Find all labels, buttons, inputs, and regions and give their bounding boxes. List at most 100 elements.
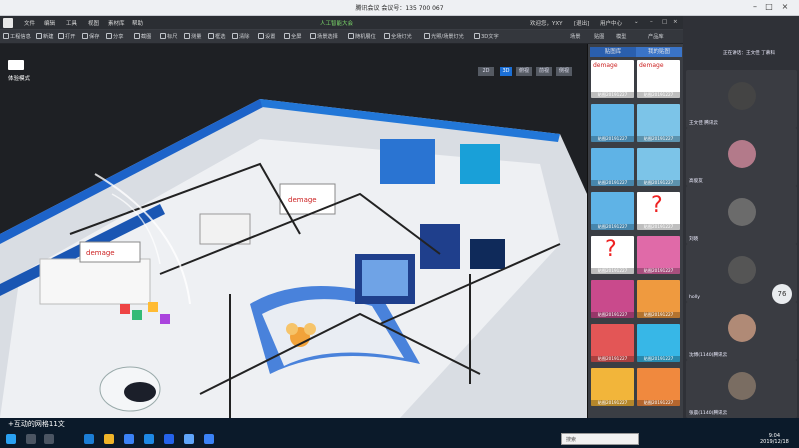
tool-new[interactable]: 新建: [36, 33, 53, 40]
texture-card-caption: 贴图20191227: [637, 356, 680, 362]
texture-card[interactable]: ? 贴图20191227: [591, 236, 634, 274]
ruler-icon: [160, 33, 166, 39]
tool-project-info[interactable]: 工程信息: [3, 33, 31, 40]
tab-model[interactable]: 模型: [616, 33, 626, 40]
tab-texture-library[interactable]: 贴图库: [590, 47, 636, 57]
tool-scene-light[interactable]: 光照/场景灯光: [424, 33, 464, 40]
participant-name: 高俊友: [689, 179, 703, 184]
cortana-icon[interactable]: [44, 434, 54, 444]
texture-card[interactable]: 贴图20191227: [637, 280, 680, 318]
menu-materials[interactable]: 素材库: [108, 19, 125, 27]
tool-select[interactable]: 框选: [208, 33, 225, 40]
folder-icon[interactable]: [104, 434, 114, 444]
maximize-icon[interactable]: □: [662, 19, 667, 25]
tencent-meeting-icon[interactable]: [204, 434, 214, 444]
tool-ruler[interactable]: 标尺: [160, 33, 177, 40]
view-top-button[interactable]: 俯视: [516, 67, 532, 76]
view-2d-button[interactable]: 2D: [478, 67, 494, 76]
texture-card[interactable]: 贴图20191227: [637, 148, 680, 186]
texture-panel: 贴图库 我的贴图 demage 贴图20191227 demage 贴图2019122…: [587, 44, 683, 418]
measure-icon: [184, 33, 190, 39]
minimize-icon[interactable]: –: [750, 2, 760, 12]
participant-tile[interactable]: 高俊友: [686, 128, 797, 186]
tab-scene[interactable]: 场景: [570, 33, 580, 40]
cpu-usage-badge: 76: [772, 284, 792, 304]
maximize-icon[interactable]: □: [764, 2, 774, 12]
close-icon[interactable]: ×: [780, 2, 790, 12]
welcome-user: 欢迎您，YXY: [530, 21, 563, 27]
menu-view[interactable]: 视图: [88, 19, 99, 27]
tool-label: 全场灯光: [391, 34, 412, 40]
lamp-icon: [424, 33, 430, 39]
texture-card[interactable]: demage 贴图20191227: [637, 60, 680, 98]
view-front-button[interactable]: 前视: [536, 67, 552, 76]
menu-file[interactable]: 文件: [24, 19, 35, 27]
menu-help[interactable]: 帮助: [132, 19, 143, 27]
view-3d-button[interactable]: 3D: [500, 67, 512, 76]
tool-scene-select[interactable]: 场景选择: [310, 33, 338, 40]
search-icon[interactable]: [26, 434, 36, 444]
chevron-down-icon[interactable]: ⌄: [634, 19, 639, 25]
participant-tile[interactable]: 刘晓: [686, 186, 797, 244]
system-clock[interactable]: 9:04 2019/12/18: [760, 433, 789, 445]
tool-random-booth[interactable]: 随机展位: [348, 33, 376, 40]
texture-card[interactable]: 贴图20191227: [591, 280, 634, 318]
windows-start-icon[interactable]: [6, 434, 16, 444]
texture-card[interactable]: 贴图20191227: [591, 148, 634, 186]
tool-settings[interactable]: 设置: [258, 33, 275, 40]
participant-tile[interactable]: 王文佳 腾讯云: [686, 70, 797, 128]
user-center-link[interactable]: 用户中心: [600, 19, 622, 27]
logout-link[interactable]: [退出]: [574, 19, 589, 27]
texture-card[interactable]: 贴图20191227: [637, 236, 680, 274]
edge-icon[interactable]: [84, 434, 94, 444]
close-icon[interactable]: ×: [673, 19, 678, 25]
tool-open[interactable]: 打开: [58, 33, 75, 40]
menu-bar: 文件 编辑 工具 视图 素材库 帮助 人工智能大会 欢迎您，YXY [退出] 用…: [0, 16, 683, 30]
texture-card[interactable]: ? 贴图20191227: [637, 192, 680, 230]
texture-card[interactable]: demage 贴图20191227: [591, 60, 634, 98]
app-blue-icon[interactable]: [144, 434, 154, 444]
participant-tile[interactable]: 张晨(1140)腾讯云: [686, 360, 797, 418]
participant-name: 王文佳 腾讯云: [689, 121, 719, 126]
toolbar: 工程信息 新建 打开 保存 分享 截图 标尺 测量 框选 清除 设置 全屏 场景…: [0, 30, 683, 44]
texture-card[interactable]: 贴图20191227: [637, 368, 680, 406]
participant-tile[interactable]: 沈博(1140)腾讯云: [686, 302, 797, 360]
tool-fullscreen[interactable]: 全屏: [284, 33, 301, 40]
tab-product-library[interactable]: 产品库: [648, 33, 664, 40]
minimize-icon[interactable]: –: [650, 19, 653, 25]
tool-lighting[interactable]: 全场灯光: [384, 33, 412, 40]
ie-icon[interactable]: [124, 434, 134, 444]
view-side-button[interactable]: 侧视: [556, 67, 572, 76]
tool-clear[interactable]: 清除: [232, 33, 249, 40]
tab-texture[interactable]: 贴图: [594, 33, 604, 40]
texture-card[interactable]: 贴图20191227: [591, 192, 634, 230]
experience-mode-label[interactable]: 体验模式: [8, 74, 30, 82]
texture-card[interactable]: 贴图20191227: [637, 104, 680, 142]
texture-card[interactable]: 贴图20191227: [591, 104, 634, 142]
menu-edit[interactable]: 编辑: [44, 19, 55, 27]
texture-card-caption: 贴图20191227: [637, 312, 680, 318]
tool-screenshot[interactable]: 截图: [134, 33, 151, 40]
screen: 腾讯会议 会议号：135 700 067 – □ × 文件 编辑 工具 视图 素…: [0, 0, 799, 448]
save-icon: [82, 33, 88, 39]
info-icon: [3, 33, 9, 39]
taskbar-search-input[interactable]: 搜索: [561, 433, 639, 445]
folder-icon: [58, 33, 64, 39]
texture-card-title: demage: [639, 62, 664, 69]
texture-card[interactable]: 贴图20191227: [637, 324, 680, 362]
menu-tools[interactable]: 工具: [66, 19, 77, 27]
tab-my-textures[interactable]: 我的贴图: [636, 47, 682, 57]
svg-text:demage: demage: [288, 196, 317, 204]
tool-3d-text[interactable]: 3D文字: [474, 33, 499, 40]
tool-save[interactable]: 保存: [82, 33, 99, 40]
tool-measure[interactable]: 测量: [184, 33, 201, 40]
participant-name: 张晨(1140)腾讯云: [689, 411, 728, 416]
avatar: [728, 314, 756, 342]
tool-share[interactable]: 分享: [106, 33, 123, 40]
app-cloud-icon[interactable]: [184, 434, 194, 444]
shield-icon[interactable]: [164, 434, 174, 444]
texture-card[interactable]: 贴图20191227: [591, 368, 634, 406]
random-icon: [348, 33, 354, 39]
3d-viewport[interactable]: demage demage 体验模式 3D 2D 俯视 前视 侧视: [0, 44, 587, 418]
texture-card[interactable]: 贴图20191227: [591, 324, 634, 362]
